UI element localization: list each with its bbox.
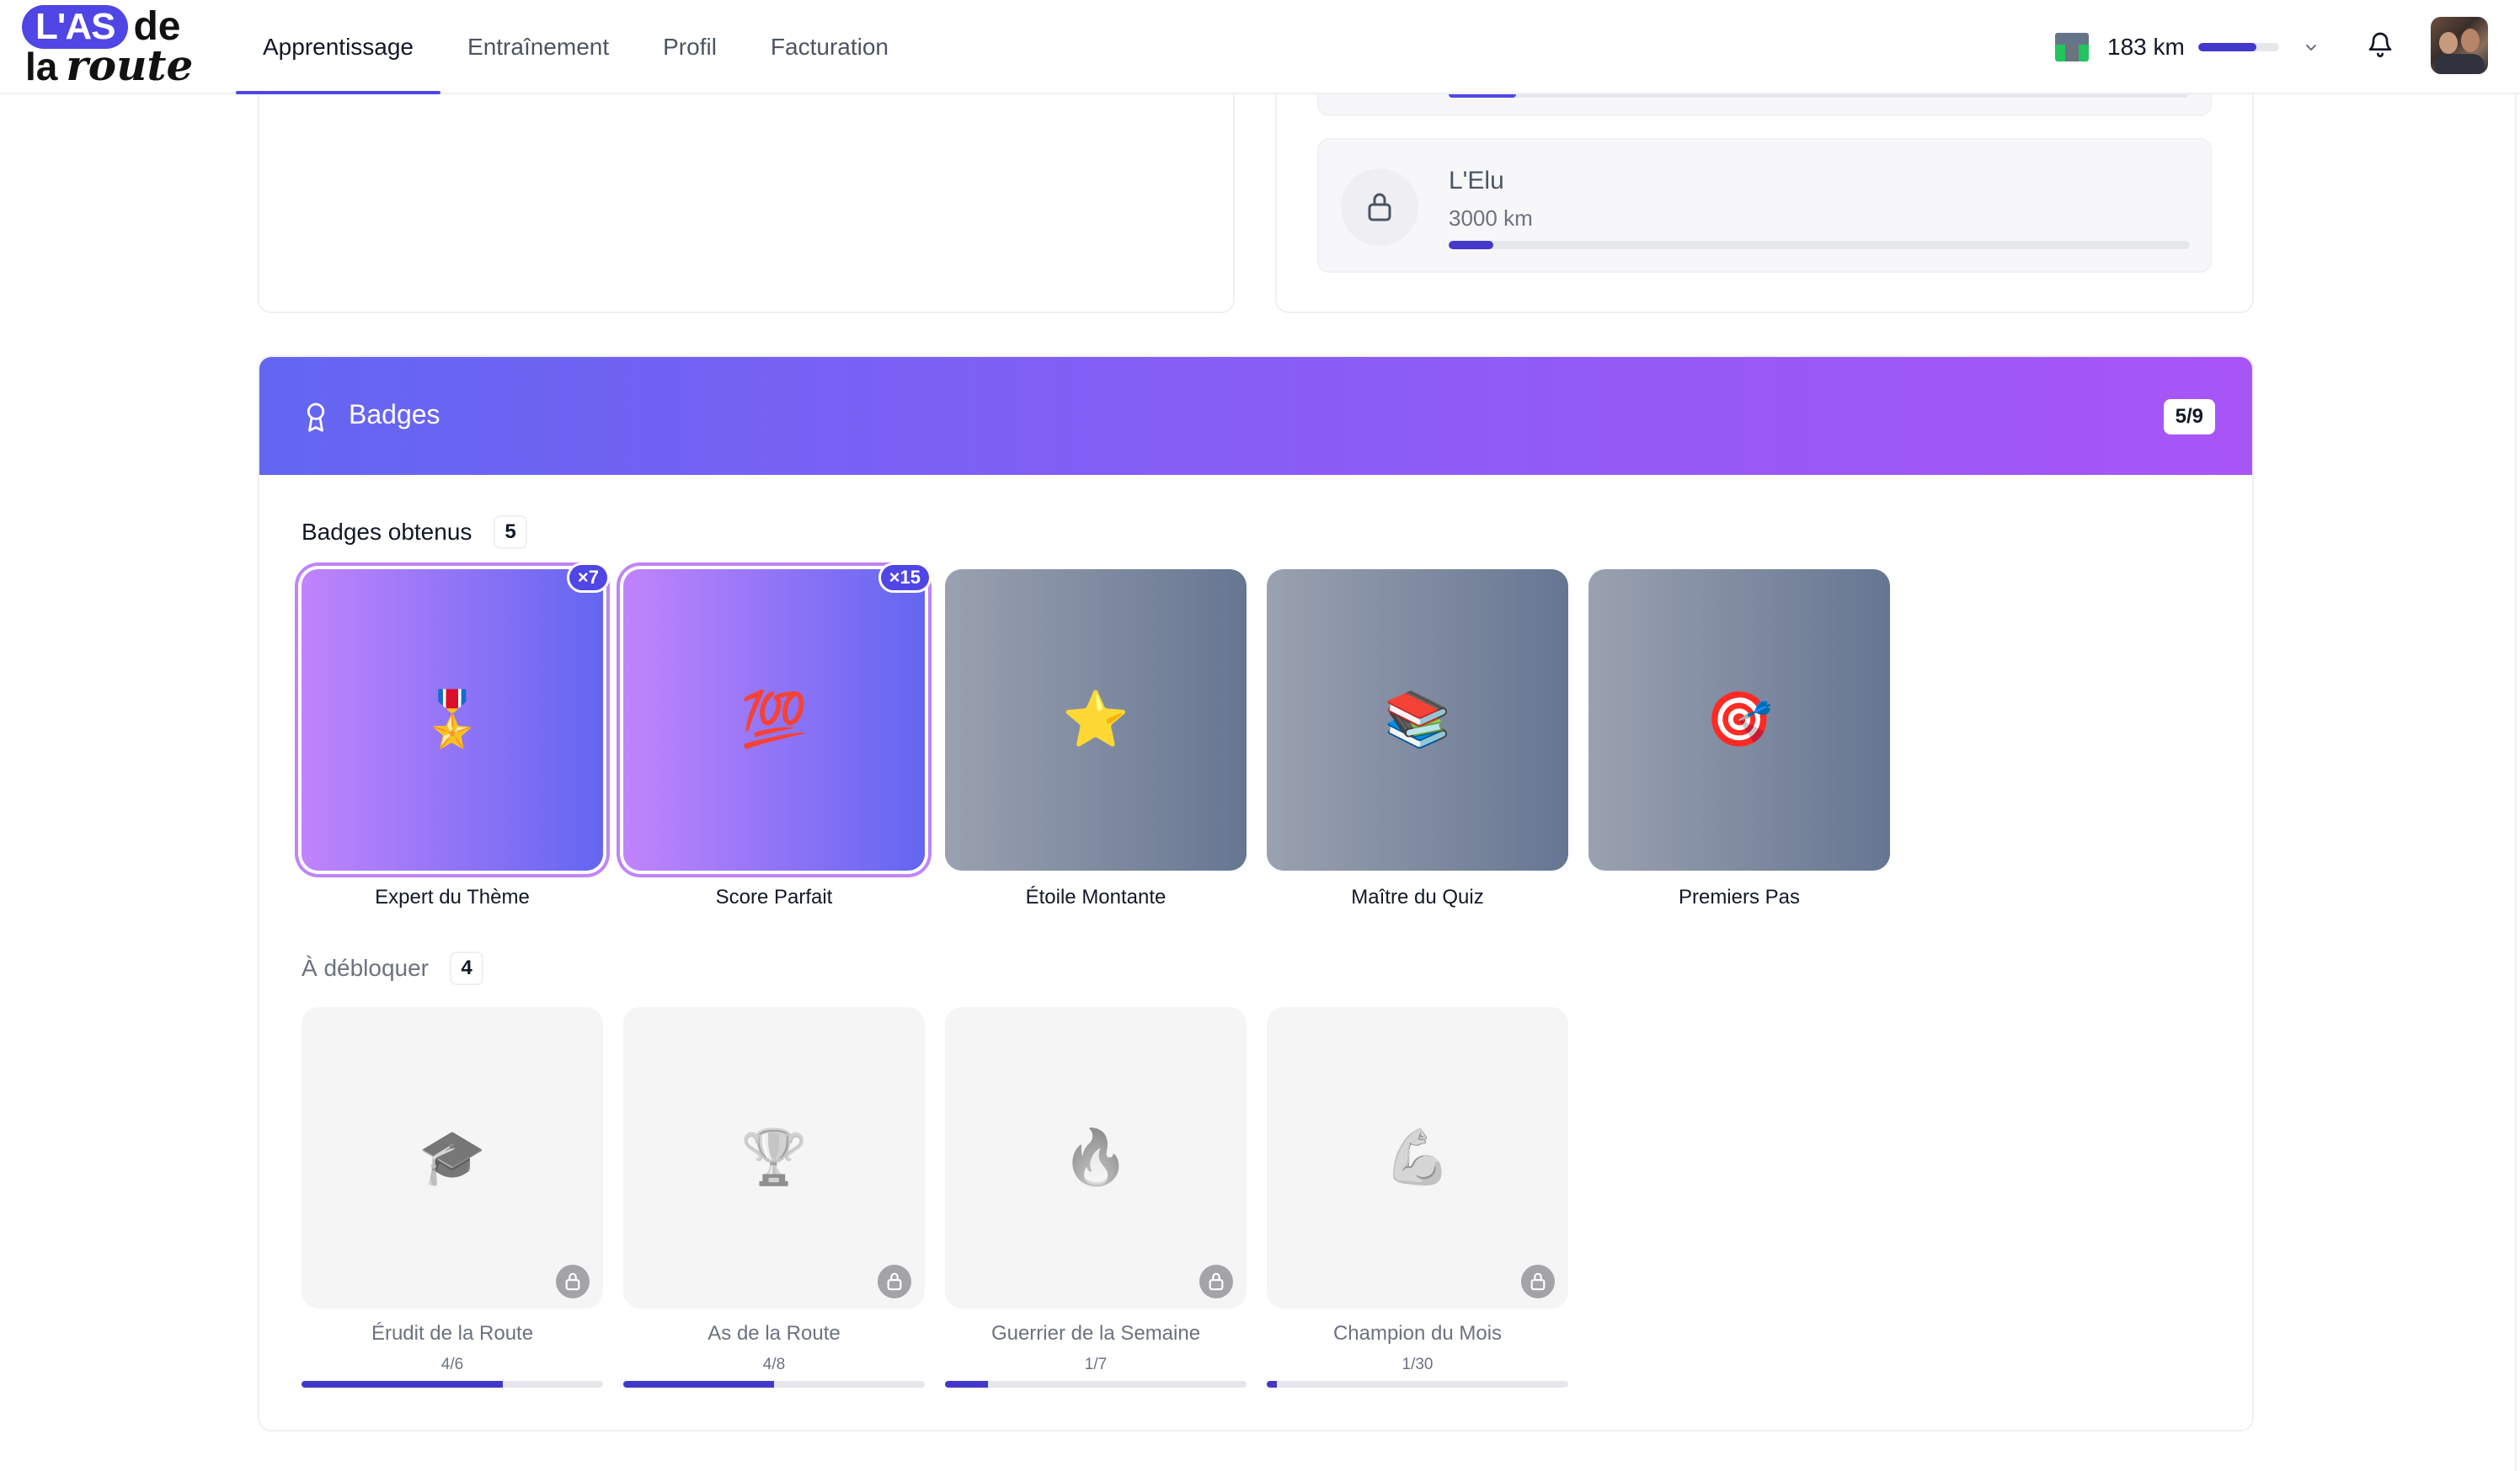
lock-icon xyxy=(878,1265,911,1298)
badge-progress-fill xyxy=(945,1381,989,1388)
locked-badge-tile-erudit-de-la-route[interactable]: 🎓 xyxy=(302,1007,603,1308)
badge-label: As de la Route xyxy=(707,1322,841,1345)
badge-progress-text: 1/7 xyxy=(1084,1356,1108,1373)
badges-card: Badges 5/9 Badges obtenus 5 🎖️ ×7 Expert d… xyxy=(258,355,2254,1431)
badge-progress-text: 4/6 xyxy=(440,1356,464,1373)
level-progress-fill xyxy=(1449,241,1493,249)
badge-tile-expert-du-theme[interactable]: 🎖️ ×7 xyxy=(302,562,610,871)
bell-icon[interactable] xyxy=(2367,29,2394,59)
badges-count: 5/9 xyxy=(2163,399,2215,434)
badge-emoji-icon: ⭐ xyxy=(1062,689,1129,751)
page-scrollbar-track[interactable] xyxy=(2515,94,2517,1471)
locked-badge-tile-champion-du-mois[interactable]: 💪 xyxy=(1267,1007,1568,1308)
logo-text-route: route xyxy=(66,40,194,90)
earned-badges-count: 5 xyxy=(494,515,527,549)
distance-value: 183 km xyxy=(2107,34,2185,60)
badge-label: Expert du Thème xyxy=(375,886,530,909)
main-nav: Apprentissage Entraînement Profil Factur… xyxy=(236,0,916,94)
badge-tile-etoile-montante[interactable]: ⭐ xyxy=(945,569,1247,871)
badge-label: Guerrier de la Semaine xyxy=(990,1322,1201,1345)
lock-icon xyxy=(1521,1265,1555,1298)
app-logo[interactable]: L'AS de la route xyxy=(22,5,194,90)
badge-multiplier: ×15 xyxy=(878,562,932,593)
award-icon xyxy=(307,402,325,432)
badge-emoji-icon: 🔥 xyxy=(1062,1127,1129,1189)
distance-progress-fill xyxy=(2197,43,2256,51)
badge-progress-track xyxy=(623,1381,925,1388)
badges-header: Badges 5/9 xyxy=(259,357,2252,475)
badge-progress-text: 1/30 xyxy=(1401,1356,1434,1373)
lock-icon xyxy=(1341,168,1418,246)
nav-tab-apprentissage[interactable]: Apprentissage xyxy=(236,0,441,94)
badge-label: Premiers Pas xyxy=(1678,886,1801,909)
level-progress-track xyxy=(1449,241,2190,249)
level-name: L'Elu xyxy=(1449,167,1504,195)
lock-icon xyxy=(1199,1265,1233,1298)
badge-label: Érudit de la Route xyxy=(371,1322,534,1345)
locked-badges-count: 4 xyxy=(450,951,483,985)
badge-label: Maître du Quiz xyxy=(1351,886,1484,909)
badge-emoji-icon: 💪 xyxy=(1384,1127,1451,1189)
chevron-down-icon[interactable] xyxy=(2303,39,2320,56)
road-icon xyxy=(2055,33,2089,61)
lock-icon xyxy=(556,1265,590,1298)
badge-tile-score-parfait[interactable]: 💯 ×15 xyxy=(623,562,932,871)
badge-progress-text: 4/8 xyxy=(762,1356,786,1373)
badge-progress-track xyxy=(1267,1381,1568,1388)
top-navigation-bar: L'AS de la route Apprentissage Entraînem… xyxy=(0,0,2520,94)
level-distance: 3000 km xyxy=(1449,205,1533,231)
distance-progress-track xyxy=(2197,43,2279,51)
badge-label: Étoile Montante xyxy=(1025,886,1167,909)
badge-progress-fill xyxy=(1267,1381,1277,1388)
badge-emoji-icon: 🎖️ xyxy=(419,689,486,751)
badge-tile-premiers-pas[interactable]: 🎯 xyxy=(1588,569,1890,871)
avatar[interactable] xyxy=(2431,17,2488,74)
nav-tab-profil[interactable]: Profil xyxy=(636,0,744,94)
locked-badges-heading: À débloquer xyxy=(302,955,430,981)
badge-emoji-icon: 🏆 xyxy=(740,1127,808,1189)
badge-emoji-icon: 💯 xyxy=(740,689,808,751)
nav-tab-facturation[interactable]: Facturation xyxy=(744,0,916,94)
badge-tile-maitre-du-quiz[interactable]: 📚 xyxy=(1267,569,1568,871)
badge-progress-track xyxy=(302,1381,603,1388)
badge-progress-track xyxy=(945,1381,1247,1388)
badge-label: Champion du Mois xyxy=(1332,1322,1503,1345)
badge-progress-fill xyxy=(302,1381,503,1388)
badge-label: Score Parfait xyxy=(715,886,833,909)
badges-title: Badges xyxy=(349,399,440,429)
badge-emoji-icon: 🎯 xyxy=(1706,689,1773,751)
level-item-l-elu: L'Elu 3000 km xyxy=(1317,138,2212,273)
locked-badge-tile-guerrier-de-la-semaine[interactable]: 🔥 xyxy=(945,1007,1247,1308)
badge-emoji-icon: 📚 xyxy=(1384,689,1451,751)
earned-badges-heading: Badges obtenus xyxy=(302,519,472,545)
distance-widget[interactable]: 183 km xyxy=(2055,25,2320,69)
nav-tab-entrainement[interactable]: Entraînement xyxy=(440,0,636,94)
badge-progress-fill xyxy=(623,1381,774,1388)
logo-text-la: la xyxy=(25,45,58,88)
badge-multiplier: ×7 xyxy=(566,562,610,593)
badge-emoji-icon: 🎓 xyxy=(419,1127,486,1189)
locked-badge-tile-as-de-la-route[interactable]: 🏆 xyxy=(623,1007,925,1308)
